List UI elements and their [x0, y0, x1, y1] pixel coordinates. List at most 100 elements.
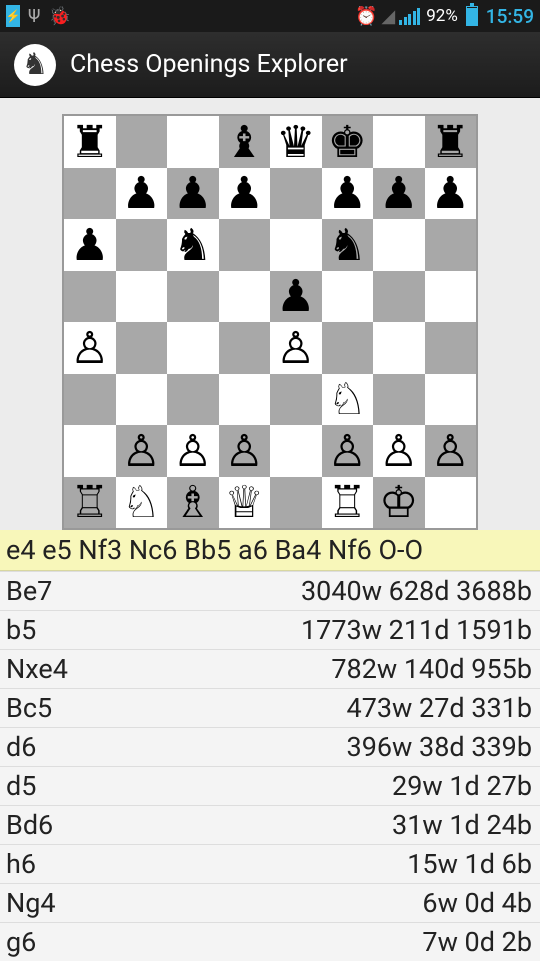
- square[interactable]: [116, 271, 168, 323]
- square[interactable]: [425, 219, 477, 271]
- square[interactable]: ♞: [167, 219, 219, 271]
- square[interactable]: ♟: [373, 168, 425, 220]
- move-stats: 6w 0d 4b: [422, 887, 532, 919]
- square[interactable]: ♙: [64, 322, 116, 374]
- move-name: Bc5: [6, 692, 52, 724]
- square[interactable]: [270, 477, 322, 529]
- square[interactable]: ♟: [270, 271, 322, 323]
- square[interactable]: [270, 425, 322, 477]
- square[interactable]: [116, 322, 168, 374]
- move-row[interactable]: Bc5473w 27d 331b: [0, 688, 540, 727]
- square[interactable]: ♕: [219, 477, 271, 529]
- square[interactable]: [373, 374, 425, 426]
- move-row[interactable]: g67w 0d 2b: [0, 922, 540, 961]
- square[interactable]: [373, 116, 425, 168]
- move-row[interactable]: d5 29w 1d 27b: [0, 766, 540, 805]
- move-row[interactable]: d6 396w 38d 339b: [0, 727, 540, 766]
- square[interactable]: ♙: [322, 425, 374, 477]
- square[interactable]: ♟: [425, 168, 477, 220]
- square[interactable]: [219, 322, 271, 374]
- square[interactable]: [219, 374, 271, 426]
- square[interactable]: ♖: [322, 477, 374, 529]
- square[interactable]: ♙: [167, 425, 219, 477]
- move-row[interactable]: Nxe4 782w 140d 955b: [0, 649, 540, 688]
- move-stats: 3040w 628d 3688b: [301, 575, 532, 607]
- move-name: d6: [6, 731, 36, 763]
- square[interactable]: [64, 425, 116, 477]
- square[interactable]: ♙: [116, 425, 168, 477]
- square[interactable]: ♝: [219, 116, 271, 168]
- square[interactable]: [270, 219, 322, 271]
- move-stats: 29w 1d 27b: [392, 770, 532, 802]
- app-icon[interactable]: ♞: [14, 44, 56, 86]
- move-row[interactable]: Ng4 6w 0d 4b: [0, 883, 540, 922]
- square[interactable]: [167, 374, 219, 426]
- move-name: d5: [6, 770, 36, 802]
- square[interactable]: [167, 271, 219, 323]
- move-name: Be7: [6, 575, 52, 607]
- square[interactable]: [425, 477, 477, 529]
- square[interactable]: [373, 322, 425, 374]
- square[interactable]: [270, 374, 322, 426]
- charging-icon: [6, 5, 20, 27]
- square[interactable]: [167, 116, 219, 168]
- square[interactable]: [167, 322, 219, 374]
- move-row[interactable]: b51773w 211d 1591b: [0, 610, 540, 649]
- square[interactable]: ♔: [373, 477, 425, 529]
- square[interactable]: ♙: [425, 425, 477, 477]
- move-name: h6: [6, 848, 36, 880]
- move-name: Nxe4: [6, 653, 68, 685]
- square[interactable]: ♟: [322, 168, 374, 220]
- move-stats: 7w 0d 2b: [422, 926, 532, 958]
- clock: 15:59: [486, 5, 534, 28]
- action-bar: ♞ Chess Openings Explorer: [0, 32, 540, 98]
- app-title: Chess Openings Explorer: [70, 50, 348, 79]
- move-stats: 396w 38d 339b: [347, 731, 532, 763]
- square[interactable]: [64, 374, 116, 426]
- square[interactable]: ♙: [219, 425, 271, 477]
- square[interactable]: ♙: [270, 322, 322, 374]
- square[interactable]: [322, 271, 374, 323]
- square[interactable]: ♟: [167, 168, 219, 220]
- square[interactable]: ♜: [425, 116, 477, 168]
- square[interactable]: [64, 271, 116, 323]
- square[interactable]: ♘: [116, 477, 168, 529]
- move-name: Bd6: [6, 809, 53, 841]
- square[interactable]: [116, 116, 168, 168]
- move-stats: 782w 140d 955b: [331, 653, 532, 685]
- square[interactable]: ♛: [270, 116, 322, 168]
- square[interactable]: ♘: [322, 374, 374, 426]
- square[interactable]: ♗: [167, 477, 219, 529]
- square[interactable]: ♜: [64, 116, 116, 168]
- square[interactable]: ♟: [116, 168, 168, 220]
- square[interactable]: [425, 271, 477, 323]
- move-row[interactable]: Be7 3040w 628d 3688b: [0, 571, 540, 610]
- square[interactable]: [116, 219, 168, 271]
- chess-board[interactable]: ♜♝♛♚♜♟♟♟♟♟♟♟♞♞♟♙♙♘♙♙♙♙♙♙♖♘♗♕♖♔: [62, 114, 478, 530]
- square[interactable]: [425, 374, 477, 426]
- square[interactable]: [373, 271, 425, 323]
- move-name: Ng4: [6, 887, 56, 919]
- opening-line[interactable]: e4 e5 Nf3 Nc6 Bb5 a6 Ba4 Nf6 O-O: [0, 530, 540, 571]
- board-container: ♜♝♛♚♜♟♟♟♟♟♟♟♞♞♟♙♙♘♙♙♙♙♙♙♖♘♗♕♖♔: [0, 98, 540, 530]
- square[interactable]: [270, 168, 322, 220]
- square[interactable]: [116, 374, 168, 426]
- square[interactable]: ♟: [64, 219, 116, 271]
- move-row[interactable]: h615w 1d 6b: [0, 844, 540, 883]
- debug-icon: 🐞: [48, 6, 70, 27]
- wifi-icon: ◢: [381, 6, 395, 27]
- square[interactable]: [64, 168, 116, 220]
- square[interactable]: [322, 322, 374, 374]
- square[interactable]: [219, 271, 271, 323]
- square[interactable]: [373, 219, 425, 271]
- square[interactable]: ♖: [64, 477, 116, 529]
- square[interactable]: [219, 219, 271, 271]
- move-row[interactable]: Bd631w 1d 24b: [0, 805, 540, 844]
- signal-icon: [399, 7, 420, 25]
- square[interactable]: ♙: [373, 425, 425, 477]
- square[interactable]: ♚: [322, 116, 374, 168]
- moves-list: Be73040w 628d 3688bb51773w 211d 1591bNxe…: [0, 571, 540, 961]
- square[interactable]: [425, 322, 477, 374]
- square[interactable]: ♟: [219, 168, 271, 220]
- square[interactable]: ♞: [322, 219, 374, 271]
